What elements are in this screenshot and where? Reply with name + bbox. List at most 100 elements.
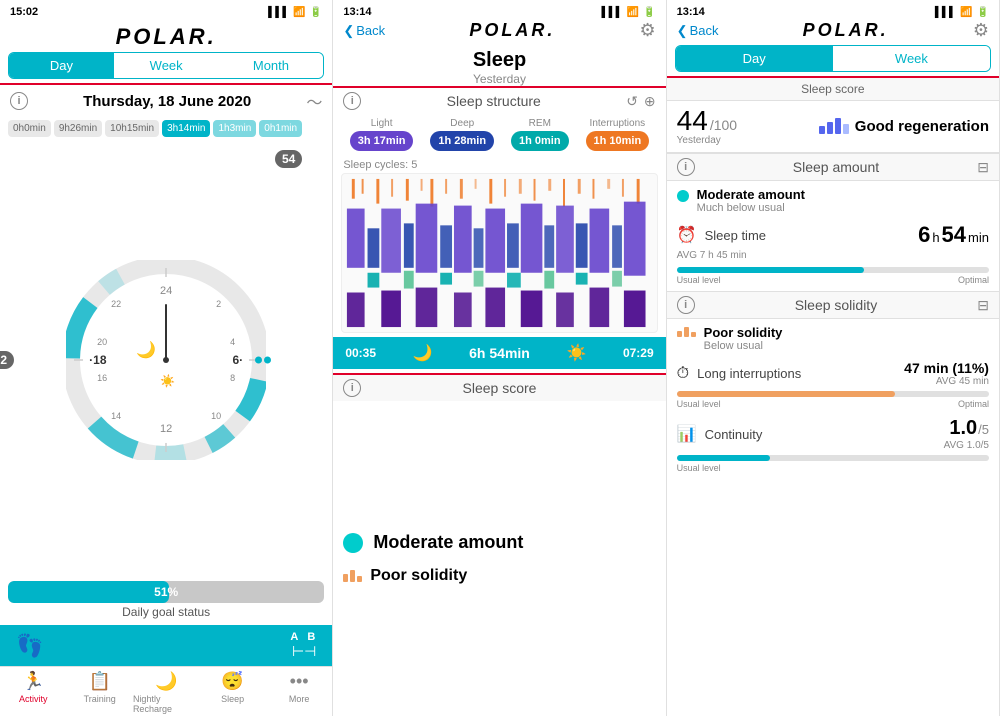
nav-more[interactable]: ••• More [266,671,332,714]
nav-nightly[interactable]: 🌙 Nightly Recharge [133,671,199,714]
score-preview: Moderate amount Poor solidity [333,401,665,716]
battery-icon-2: 🔋 [643,7,655,18]
panel-activity: 15:02 ▌▌▌ 📶 🔋 POLAR. Day Week Month i Th… [0,0,333,716]
time-1: 15:02 [10,6,38,18]
goal-label: Daily goal status [8,605,324,619]
continuity-bar-labels: Usual level [677,461,989,473]
nav-header-3: ❮ Back POLAR. ⚙ [667,20,999,45]
refresh-icon-2[interactable]: ↺ [626,93,638,110]
filter-icon-p3-2[interactable]: ⊟ [977,297,989,314]
regen-block: Good regeneration [819,118,989,136]
back-button-3[interactable]: ❮ Back [677,23,719,39]
time-pill-0[interactable]: 0h0min [8,120,51,137]
time-pill-4[interactable]: 1h3min [213,120,256,137]
info-icon-p3-1[interactable]: i [677,158,695,176]
interruptions-label: Interruptions [590,118,646,129]
sleep-chart [341,173,657,333]
signal-icon-3: ▌▌▌ [935,7,956,18]
sleep-score-header-2: i Sleep score [333,375,665,401]
tab-week-3[interactable]: Week [833,46,990,71]
sleep-time-avg: AVG 7 h 45 min [667,250,999,265]
sleep-time-val1: 6 [918,222,930,248]
nav-sleep[interactable]: 😴 Sleep [199,671,265,714]
badge-122: 122 [0,351,14,369]
chart-icon[interactable]: 〜 [306,89,322,113]
interruptions-value: 47 min (11%) [904,360,989,376]
amount-bar-track [677,267,989,273]
interruptions-bar-labels: Usual level Optimal [677,397,989,409]
sleep-duration: 6h 54min [469,345,530,361]
nav-activity[interactable]: 🏃 Activity [0,671,66,714]
nav-sleep-label: Sleep [221,694,244,704]
tab-month-1[interactable]: Month [219,53,324,78]
sleep-score-title-2: Sleep score [361,380,637,396]
time-pill-1[interactable]: 9h26min [54,120,102,137]
time-pill-5[interactable]: 0h1min [259,120,302,137]
info-icon-1[interactable]: i [10,92,28,110]
poor-solidity-row-2: Poor solidity [333,562,665,593]
sleep-time-h: h [932,230,939,245]
tab-bar-1: Day Week Month [8,52,324,79]
sleep-pill-rem: REM 1h 0min [511,118,569,153]
bottom-nav-1: 🏃 Activity 📋 Training 🌙 Nightly Recharge… [0,666,332,716]
sleep-amount-header: i Sleep amount ⊟ [667,153,999,181]
gear-icon-3[interactable]: ⚙ [973,20,989,41]
date-header: i Thursday, 18 June 2020 〜 [0,85,332,117]
light-value: 3h 17min [350,131,414,151]
time-3: 13:14 [677,6,705,18]
info-icon-3[interactable]: i [343,379,361,397]
continuity-bar-fill [677,455,771,461]
time-pill-2[interactable]: 10h15min [105,120,159,137]
tab-week-1[interactable]: Week [114,53,219,78]
interruptions-row: ⏱ Long interruptions 47 min (11%) AVG 45… [667,358,999,389]
info-icon-p3-2[interactable]: i [677,296,695,314]
walk-icon: 👣 [16,633,43,659]
back-button-2[interactable]: ❮ Back [343,23,385,39]
tab-day-3[interactable]: Day [676,46,833,71]
sleep-solidity-header: i Sleep solidity ⊟ [667,291,999,319]
nav-nightly-label: Nightly Recharge [133,694,199,714]
solidity-sub: Below usual [704,340,989,352]
nav-training[interactable]: 📋 Training [66,671,132,714]
bars-icon-p3 [677,327,696,337]
sleep-time-row: ⏰ Sleep time 6 h 54 min [667,220,999,250]
status-bar-2: 13:14 ▌▌▌ 📶 🔋 [333,0,665,20]
score-max: /100 [710,117,737,133]
tab-day-1[interactable]: Day [9,53,114,78]
progress-text: 51% [8,585,324,599]
sleep-subtitle: Yesterday [333,72,665,86]
back-label-2: Back [356,23,385,38]
chevron-left-icon-2: ❮ [343,23,354,39]
activity-nav-icon: 🏃 [22,671,44,692]
time-pill-3[interactable]: 3h14min [162,120,210,137]
interruptions-value: 1h 10min [586,131,650,151]
training-nav-icon: 📋 [88,671,110,692]
status-bar-1: 15:02 ▌▌▌ 📶 🔋 [0,0,332,20]
more-nav-icon: ••• [290,671,309,692]
interruptions-avg: AVG 45 min [904,376,989,387]
interruptions-value-block: 47 min (11%) AVG 45 min [904,360,989,387]
sleep-chart-svg [342,174,656,332]
score-big-row: 44 /100 Yesterday Good regeneration [667,101,999,153]
solidity-label-block: Poor solidity Below usual [704,325,989,352]
progress-bar-wrap: 51% [8,581,324,603]
nav-training-label: Training [84,694,116,704]
filter-icon-p3-1[interactable]: ⊟ [977,159,989,176]
clock-icon-p3: ⏰ [677,225,697,245]
gear-icon-2[interactable]: ⚙ [640,20,656,41]
clock-inner: 24 12 ·18 6· 2 22 10 14 4 20 8 16 🌙 ☀️ [83,277,249,443]
usual-level-label-3: Usual level [677,463,721,473]
interruptions-bar-fill [677,391,896,397]
panel-sleep-structure: 13:14 ▌▌▌ 📶 🔋 ❮ Back POLAR. ⚙ Sleep Yest… [333,0,666,716]
sleep-time-value-block: 6 h 54 min [918,222,989,248]
clock-hand [83,277,249,443]
score-period: Yesterday [677,135,737,146]
wifi-icon-2: 📶 [627,7,639,18]
continuity-avg: AVG 1.0/5 [944,440,989,451]
amount-dot [677,190,689,202]
continuity-value-block: 1.0 /5 AVG 1.0/5 [944,417,989,451]
info-icon-2[interactable]: i [343,92,361,110]
sleep-title: Sleep [333,45,665,72]
moderate-dot [343,533,363,553]
filter-icon-2[interactable]: ⊕ [644,93,656,110]
